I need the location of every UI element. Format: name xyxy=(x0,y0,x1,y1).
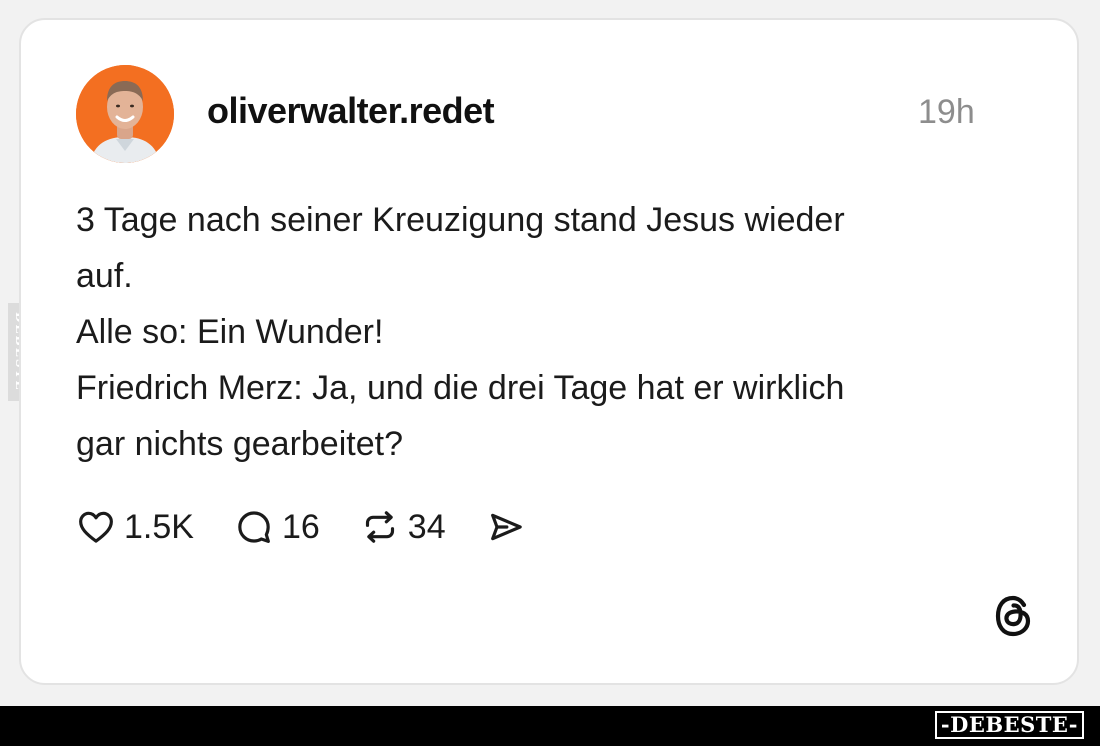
avatar[interactable] xyxy=(76,65,174,163)
bottom-watermark-bar: -DEBESTE- xyxy=(0,706,1100,746)
like-count: 1.5K xyxy=(124,507,194,546)
like-button[interactable]: 1.5K xyxy=(76,507,194,547)
repost-button[interactable]: 34 xyxy=(360,507,446,547)
avatar-portrait xyxy=(76,65,174,163)
action-bar: 1.5K 16 34 xyxy=(76,504,566,550)
comment-button[interactable]: 16 xyxy=(234,507,320,547)
timestamp: 19h xyxy=(918,93,975,131)
username[interactable]: oliverwalter.redet xyxy=(207,90,495,132)
share-button[interactable] xyxy=(486,507,526,547)
post-text-line: Alle so: Ein Wunder! xyxy=(76,313,384,351)
repost-arrows-icon xyxy=(365,511,394,543)
post-text-line: 3 Tage nach seiner Kreuzigung stand Jesu… xyxy=(76,201,845,239)
screenshot-stage: DEBESTE oliverwalter.redet xyxy=(0,0,1100,746)
repost-count: 34 xyxy=(407,507,446,546)
post-text: 3 Tage nach seiner Kreuzigung stand Jesu… xyxy=(76,192,1011,472)
post-card: oliverwalter.redet 19h 3 Tage nach seine… xyxy=(19,18,1079,685)
comment-count: 16 xyxy=(281,507,320,546)
post-text-line: gar nichts gearbeitet? xyxy=(76,425,403,463)
heart-icon xyxy=(79,511,113,543)
send-icon xyxy=(490,513,522,541)
threads-logo-icon[interactable] xyxy=(990,592,1036,640)
comment-bubble-icon xyxy=(238,511,270,543)
bottom-watermark-logo: -DEBESTE- xyxy=(934,711,1084,739)
post-text-line: Friedrich Merz: Ja, und die drei Tage ha… xyxy=(76,369,845,407)
post-text-line: auf. xyxy=(76,257,133,295)
